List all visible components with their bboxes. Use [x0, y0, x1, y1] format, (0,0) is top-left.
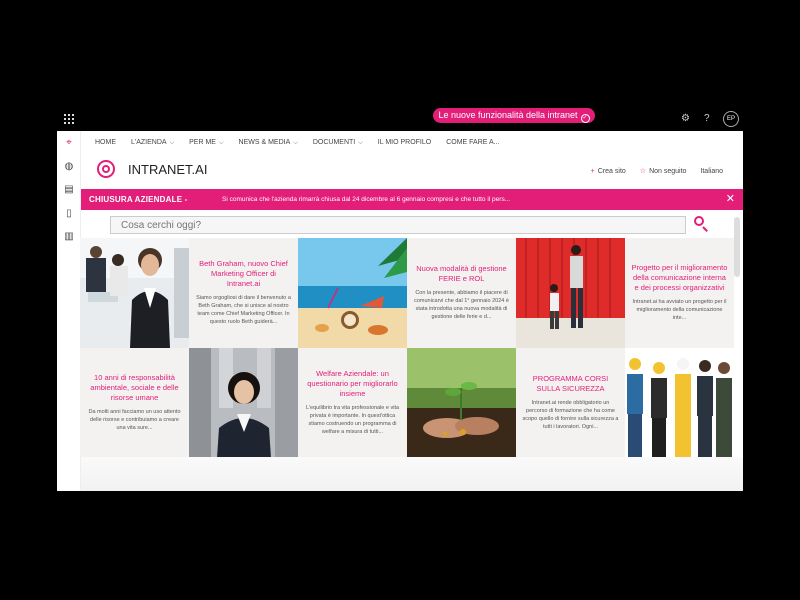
suite-bar	[57, 105, 743, 131]
chevron-down-icon: ⌵	[169, 140, 175, 146]
nav-come-fare[interactable]: COME FARE A...	[446, 136, 499, 150]
news-description: Siamo orgogliosi di dare il benvenuto a …	[196, 295, 291, 326]
news-tile-photo[interactable]	[625, 347, 734, 457]
news-tile[interactable]: PROGRAMMA CORSI SULLA SICUREZZA Intranet…	[516, 347, 625, 457]
news-tiles-grid: Beth Graham, nuovo Chief Marketing Offic…	[80, 238, 734, 457]
chevron-down-icon: ⌵	[358, 140, 363, 146]
plant-hands-photo	[407, 347, 516, 457]
news-tile[interactable]: Welfare Aziendale: un questionario per m…	[298, 347, 407, 457]
nav-news-media-label: NEWS & MEDIA	[238, 139, 291, 146]
create-site-label: Crea sito	[597, 168, 626, 175]
nav-azienda-label: L'AZIENDA	[131, 139, 167, 146]
news-tile-photo[interactable]	[189, 347, 298, 457]
search-icon[interactable]	[692, 215, 710, 233]
check-circle-icon: ✓	[580, 114, 590, 123]
nav-per-me-label: PER ME	[189, 139, 216, 146]
nav-azienda[interactable]: L'AZIENDA ⌵	[131, 136, 174, 150]
newsfeed-icon[interactable]: ▤	[63, 184, 75, 196]
news-description: Con la presente, abbiamo il piacere di c…	[414, 290, 509, 321]
news-tile-photo[interactable]	[407, 347, 516, 457]
news-title: Nuova modalità di gestione FERIE e ROL	[416, 264, 507, 284]
new-features-button[interactable]: Le nuove funzionalità della intranet ✓	[433, 108, 595, 123]
nav-profilo-label: IL MIO PROFILO	[377, 139, 432, 146]
page-footer-area	[81, 457, 743, 491]
gear-icon[interactable]: ⚙	[681, 113, 690, 125]
globe-icon[interactable]: ◍	[63, 161, 75, 173]
help-icon[interactable]: ?	[704, 113, 710, 125]
news-title: 10 anni di responsabilità ambientale, so…	[90, 372, 179, 402]
news-title: Welfare Aziendale: un questionario per m…	[307, 368, 398, 398]
left-app-rail: ⌖ ◍ ▤ ▯ ▥	[57, 131, 81, 491]
office-team-photo	[80, 238, 189, 348]
beach-photo	[298, 238, 407, 348]
nav-per-me[interactable]: PER ME ⌵	[189, 136, 223, 150]
chevron-down-icon: ⌵	[293, 140, 298, 146]
plus-icon: +	[590, 168, 595, 175]
avatar[interactable]: EP	[723, 111, 739, 127]
news-tile-photo[interactable]	[298, 238, 407, 348]
app-launcher-icon[interactable]	[64, 114, 74, 124]
news-title: Beth Graham, nuovo Chief Marketing Offic…	[199, 259, 288, 289]
close-icon[interactable]: ✕	[726, 189, 735, 210]
news-ticker: CHIUSURA AZIENDALE - Si comunica che l'a…	[81, 189, 743, 210]
nav-home[interactable]: HOME	[95, 136, 116, 150]
nav-documenti[interactable]: DOCUMENTI ⌵	[313, 136, 363, 150]
news-description: Intranet.ai rende obbligatorio un percor…	[522, 399, 619, 430]
chevron-down-icon: ⌵	[218, 140, 224, 146]
news-tile[interactable]: Progetto per il miglioramento della comu…	[625, 238, 734, 348]
news-tile[interactable]: 10 anni di responsabilità ambientale, so…	[80, 347, 189, 457]
ticker-title[interactable]: CHIUSURA AZIENDALE -	[89, 189, 188, 210]
news-title: Progetto per il miglioramento della comu…	[631, 263, 728, 293]
nav-come-fare-label: COME FARE A...	[446, 139, 500, 146]
home-icon[interactable]: ⌖	[63, 137, 75, 149]
news-description: Da molti anni facciamo un uso attento de…	[88, 408, 181, 431]
nav-news-media[interactable]: NEWS & MEDIA ⌵	[239, 136, 298, 150]
follow-label: Non seguito	[649, 168, 687, 175]
news-tile-photo[interactable]	[80, 238, 189, 348]
language-label: Italiano	[700, 168, 723, 175]
search-input[interactable]	[110, 216, 686, 234]
target-logo-icon[interactable]	[97, 160, 115, 178]
sharepoint-page: ⌖ ◍ ▤ ▯ ▥ HOME L'AZIENDA ⌵ PER ME ⌵ NEWS &…	[57, 131, 743, 491]
news-title: PROGRAMMA CORSI SULLA SICUREZZA	[532, 373, 609, 393]
follow-button[interactable]: ☆ Non seguito	[640, 167, 687, 177]
nav-documenti-label: DOCUMENTI	[312, 139, 356, 146]
nav-profilo[interactable]: IL MIO PROFILO	[378, 136, 431, 150]
workers-photo	[625, 347, 734, 457]
family-photo	[516, 238, 625, 348]
top-navigation: HOME L'AZIENDA ⌵ PER ME ⌵ NEWS & MEDIA ⌵ DO…	[95, 136, 500, 150]
ticker-text[interactable]: Si comunica che l'azienda rimarrà chiusa…	[222, 189, 510, 210]
businesswoman-photo	[189, 347, 298, 457]
scrollbar[interactable]	[734, 217, 740, 277]
new-features-label: Le nuove funzionalità della intranet	[438, 110, 578, 120]
news-tile-photo[interactable]	[516, 238, 625, 348]
create-site-button[interactable]: + Crea sito	[591, 167, 626, 177]
news-tile[interactable]: Beth Graham, nuovo Chief Marketing Offic…	[189, 238, 298, 348]
nav-home-label: HOME	[95, 139, 116, 146]
star-icon: ☆	[639, 168, 647, 175]
language-selector[interactable]: Italiano	[700, 167, 723, 177]
site-actions: + Crea sito ☆ Non seguito Italiano	[591, 167, 723, 177]
site-title[interactable]: INTRANET.AI	[128, 162, 207, 178]
news-description: L'equilibrio tra vita professionale e vi…	[305, 404, 400, 435]
document-icon[interactable]: ▯	[63, 208, 75, 220]
news-description: Intranet.ai ha avviato un progetto per i…	[632, 299, 727, 322]
library-icon[interactable]: ▥	[63, 231, 75, 243]
news-tile[interactable]: Nuova modalità di gestione FERIE e ROL C…	[407, 238, 516, 348]
